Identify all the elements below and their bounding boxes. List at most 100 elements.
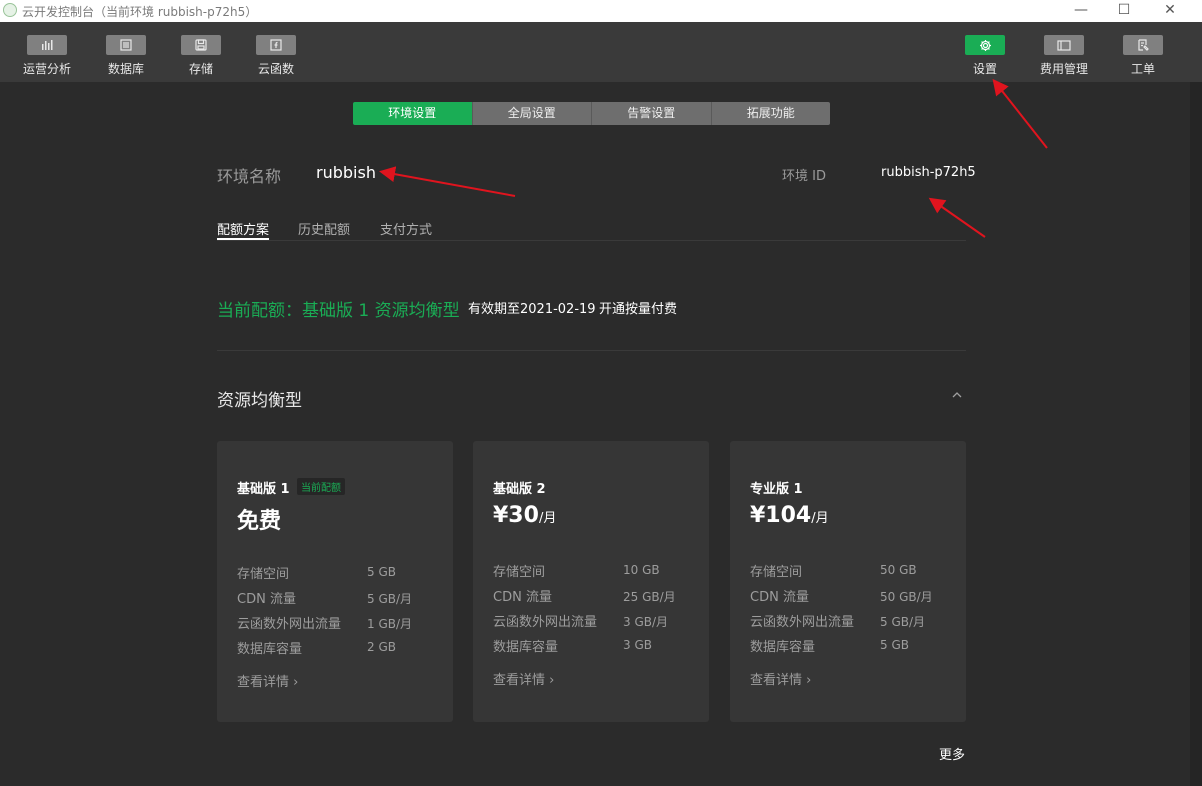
subtab-quota-history[interactable]: 历史配额 <box>298 219 350 238</box>
view-details-label: 查看详情 <box>237 675 290 690</box>
spec-value: 50 GB <box>880 563 917 577</box>
function-icon <box>256 35 296 55</box>
chevron-up-icon[interactable] <box>950 388 964 402</box>
annotation-arrow-env-id <box>928 197 986 238</box>
plan-card-basic-2[interactable]: 基础版 2 ¥30/月 存储空间 10 GB CDN 流量 25 GB/月 云函… <box>473 441 709 722</box>
spec-label: CDN 流量 <box>493 590 552 605</box>
spec-value: 10 GB <box>623 563 660 577</box>
more-plans-link[interactable]: 更多 <box>939 744 965 763</box>
chart-bars-icon <box>27 35 67 55</box>
quota-expire-date: 有效期至2021-02-19 <box>468 302 596 317</box>
quota-divider <box>217 350 966 351</box>
plan-price: ¥104/月 <box>750 503 829 528</box>
spec-value: 5 GB/月 <box>367 592 413 606</box>
spec-value: 25 GB/月 <box>623 590 676 604</box>
enable-pay-as-you-go-link[interactable]: 开通按量付费 <box>599 298 677 317</box>
view-details-link[interactable]: 查看详情 › <box>493 669 554 688</box>
spec-value: 5 GB <box>880 638 909 652</box>
toolbar-analytics-label: 运营分析 <box>22 62 71 76</box>
env-id-label: 环境 ID <box>782 169 826 184</box>
storage-icon <box>181 35 221 55</box>
toolbar-billing-label: 费用管理 <box>1039 62 1088 76</box>
spec-label: CDN 流量 <box>237 592 296 607</box>
spec-value: 2 GB <box>367 640 396 654</box>
ticket-icon <box>1123 35 1163 55</box>
plan-name: 基础版 1 <box>237 482 290 497</box>
spec-value: 3 GB <box>623 638 652 652</box>
tab-env-settings[interactable]: 环境设置 <box>353 102 472 125</box>
toolbar-settings-label: 设置 <box>972 62 997 76</box>
chevron-right-icon: › <box>293 675 299 690</box>
spec-value: 1 GB/月 <box>367 617 413 631</box>
minimize-button[interactable]: — <box>1058 0 1104 22</box>
toolbar-database-label: 数据库 <box>107 62 144 76</box>
spec-value: 3 GB/月 <box>623 615 669 629</box>
plan-price-value: ¥30 <box>493 503 539 528</box>
close-button[interactable]: ✕ <box>1147 0 1193 22</box>
settings-tab-bar: 环境设置 全局设置 告警设置 拓展功能 <box>353 102 830 125</box>
current-plan-badge: 当前配额 <box>297 478 345 495</box>
view-details-link[interactable]: 查看详情 › <box>237 671 298 690</box>
subtab-payment-method[interactable]: 支付方式 <box>380 219 432 238</box>
spec-label: 数据库容量 <box>493 640 559 655</box>
spec-label: CDN 流量 <box>750 590 809 605</box>
spec-value: 5 GB/月 <box>880 615 926 629</box>
window-title: 云开发控制台（当前环境 rubbish-p72h5） <box>22 5 258 19</box>
toolbar-analytics-button[interactable]: 运营分析 <box>17 35 77 77</box>
tab-alert-settings[interactable]: 告警设置 <box>591 102 711 125</box>
env-name-label: 环境名称 <box>217 167 282 186</box>
env-name-value: rubbish <box>316 163 376 182</box>
plan-price: ¥30/月 <box>493 503 556 528</box>
plan-price: 免费 <box>237 503 281 535</box>
toolbar-database-button[interactable]: 数据库 <box>96 35 156 77</box>
billing-icon <box>1044 35 1084 55</box>
spec-label: 云函数外网出流量 <box>237 617 342 632</box>
plan-name: 基础版 2 <box>493 482 546 497</box>
gear-icon <box>965 35 1005 55</box>
toolbar-ticket-label: 工单 <box>1130 62 1155 76</box>
view-details-label: 查看详情 <box>493 673 546 688</box>
env-id-value: rubbish-p72h5 <box>881 165 976 180</box>
spec-label: 存储空间 <box>493 565 546 580</box>
current-quota-label: 当前配额：基础版 1 资源均衡型 <box>217 301 460 321</box>
view-details-link[interactable]: 查看详情 › <box>750 669 811 688</box>
tab-global-settings[interactable]: 全局设置 <box>471 102 591 125</box>
spec-label: 存储空间 <box>237 567 290 582</box>
spec-label: 云函数外网出流量 <box>493 615 598 630</box>
toolbar-functions-button[interactable]: 云函数 <box>246 35 306 77</box>
plan-price-value: ¥104 <box>750 503 812 528</box>
app-logo-icon <box>3 3 17 17</box>
toolbar-settings-button[interactable]: 设置 <box>955 35 1015 77</box>
main-toolbar: 运营分析 数据库 存储 云函数 设置 费用管理 工单 <box>0 22 1202 82</box>
spec-label: 存储空间 <box>750 565 803 580</box>
toolbar-ticket-button[interactable]: 工单 <box>1113 35 1173 77</box>
spec-value: 5 GB <box>367 565 396 579</box>
toolbar-storage-button[interactable]: 存储 <box>171 35 231 77</box>
toolbar-functions-label: 云函数 <box>257 62 294 76</box>
plan-price-unit: /月 <box>538 511 557 526</box>
plan-card-pro-1[interactable]: 专业版 1 ¥104/月 存储空间 50 GB CDN 流量 50 GB/月 云… <box>730 441 966 722</box>
database-icon <box>106 35 146 55</box>
spec-label: 数据库容量 <box>237 642 303 657</box>
spec-label: 数据库容量 <box>750 640 816 655</box>
spec-label: 云函数外网出流量 <box>750 615 855 630</box>
spec-value: 50 GB/月 <box>880 590 933 604</box>
plan-price-value: 免费 <box>237 509 282 534</box>
toolbar-billing-button[interactable]: 费用管理 <box>1034 35 1094 77</box>
right-scroll-strip <box>1190 82 1202 786</box>
annotation-arrow-env-name <box>379 166 516 197</box>
plan-price-unit: /月 <box>811 511 829 526</box>
maximize-button[interactable]: ☐ <box>1101 0 1147 22</box>
plan-name: 专业版 1 <box>750 482 803 497</box>
toolbar-storage-label: 存储 <box>188 62 213 76</box>
tab-extensions[interactable]: 拓展功能 <box>710 102 830 125</box>
subtab-divider <box>217 240 966 241</box>
chevron-right-icon: › <box>549 673 555 688</box>
window-title-bar: 云开发控制台（当前环境 rubbish-p72h5） — ☐ ✕ <box>0 0 1202 22</box>
section-title: 资源均衡型 <box>217 391 302 411</box>
subtab-quota-plan[interactable]: 配额方案 <box>217 219 269 238</box>
plan-card-basic-1[interactable]: 基础版 1 当前配额 免费 存储空间 5 GB CDN 流量 5 GB/月 云函… <box>217 441 453 722</box>
annotation-arrow-settings <box>992 78 1048 149</box>
view-details-label: 查看详情 <box>750 673 803 688</box>
chevron-right-icon: › <box>806 673 812 688</box>
